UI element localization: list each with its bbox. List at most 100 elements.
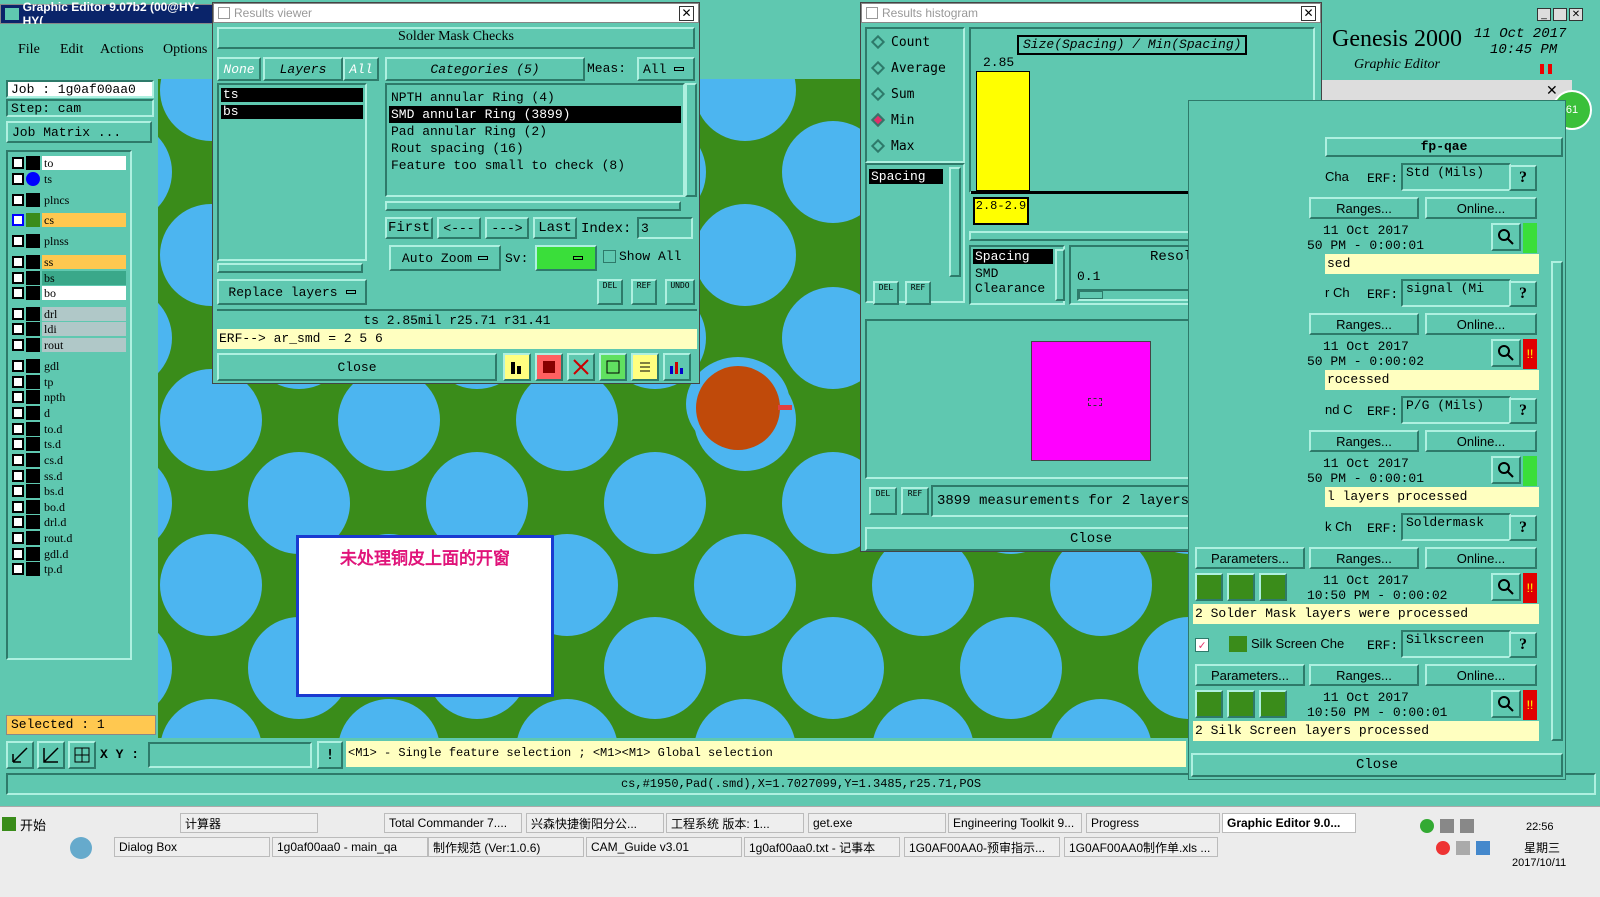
tray-volume-icon[interactable] xyxy=(1456,841,1470,855)
type-vscroll[interactable] xyxy=(949,167,961,277)
job-matrix-button[interactable]: Job Matrix ... xyxy=(6,121,152,143)
menu-edit[interactable]: Edit xyxy=(60,42,83,58)
tray-network-icon[interactable] xyxy=(1420,819,1434,833)
zoom-icon[interactable] xyxy=(1491,690,1521,718)
layer-row-cs-d[interactable]: cs.d xyxy=(12,453,126,467)
layer-checkbox[interactable] xyxy=(12,532,24,544)
zoom-icon[interactable] xyxy=(1491,223,1521,251)
zoom-icon[interactable] xyxy=(1491,573,1521,601)
taskbar-item[interactable]: 1G0AF00AA0-预审指示... xyxy=(904,837,1060,857)
taskbar-item[interactable]: Engineering Toolkit 9... xyxy=(948,813,1082,833)
layer-checkbox[interactable] xyxy=(12,485,24,497)
layer-row-to[interactable]: to xyxy=(12,156,126,170)
layer-row-plnss[interactable]: plnss xyxy=(12,234,126,248)
run-all-icon[interactable] xyxy=(1227,573,1255,601)
layer-row-ldi[interactable]: ldi xyxy=(12,322,126,336)
menu-options[interactable]: Options xyxy=(163,42,207,58)
qae-close-button[interactable]: Close xyxy=(1191,753,1563,777)
layer-row-bo-d[interactable]: bo.d xyxy=(12,500,126,514)
online-button[interactable]: Online... xyxy=(1425,430,1537,452)
zoom-area-icon[interactable] xyxy=(37,741,65,769)
close-icon[interactable]: ✕ xyxy=(1569,8,1583,21)
layer-row-plncs[interactable]: plncs xyxy=(12,193,126,207)
layer-checkbox[interactable] xyxy=(12,376,24,388)
taskbar-item[interactable]: 制作规范 (Ver:1.0.6) xyxy=(428,837,584,857)
ref-button[interactable]: REF xyxy=(631,279,657,305)
layer-checkbox[interactable] xyxy=(12,272,24,284)
online-button[interactable]: Online... xyxy=(1425,313,1537,335)
taskbar-item[interactable]: Total Commander 7.... xyxy=(384,813,522,833)
replace-layers-button[interactable]: Replace layers xyxy=(217,279,367,305)
menu-actions[interactable]: Actions xyxy=(100,42,144,58)
layer-row-bs-d[interactable]: bs.d xyxy=(12,484,126,498)
stat-radio-min[interactable]: Min xyxy=(867,107,963,133)
taskbar-item[interactable]: Dialog Box xyxy=(114,837,270,857)
first-button[interactable]: First xyxy=(385,217,433,239)
layer-checkbox[interactable] xyxy=(12,391,24,403)
layer-row-ts-d[interactable]: ts.d xyxy=(12,437,126,451)
stat-radio-sum[interactable]: Sum xyxy=(867,81,963,107)
taskbar-item[interactable]: CAM_Guide v3.01 xyxy=(586,837,742,857)
qae-vscroll[interactable] xyxy=(1551,261,1563,741)
show-all-checkbox[interactable] xyxy=(603,250,616,263)
layer-row-drl-d[interactable]: drl.d xyxy=(12,515,126,529)
close-icon[interactable]: ✕ xyxy=(1546,82,1560,98)
layer-checkbox[interactable] xyxy=(12,548,24,560)
tab-all[interactable]: All xyxy=(343,57,379,81)
prev-button[interactable]: <--- xyxy=(437,217,481,239)
category-item[interactable]: Pad annular Ring (2) xyxy=(389,123,681,140)
layer-row-ss[interactable]: ss xyxy=(12,255,126,269)
layer-checkbox[interactable] xyxy=(12,323,24,335)
layer-checkbox[interactable] xyxy=(12,454,24,466)
help-icon[interactable]: ? xyxy=(1509,515,1537,541)
ranges-button[interactable]: Ranges... xyxy=(1309,547,1419,569)
layer-hscroll[interactable] xyxy=(217,263,363,273)
close-icon[interactable]: ✕ xyxy=(679,6,694,21)
meas-select[interactable]: All xyxy=(637,57,695,81)
layer-row-rout[interactable]: rout xyxy=(12,338,126,352)
layer-checkbox[interactable] xyxy=(12,287,24,299)
layer-row-d[interactable]: d xyxy=(12,406,126,420)
layer-row-ss-d[interactable]: ss.d xyxy=(12,469,126,483)
measure-item-spacing[interactable]: Spacing xyxy=(973,249,1053,264)
list-icon[interactable] xyxy=(631,353,659,381)
hist-ref-button[interactable]: REF xyxy=(905,281,931,305)
layer-row-tp-d[interactable]: tp.d xyxy=(12,562,126,576)
category-item[interactable]: Rout spacing (16) xyxy=(389,140,681,157)
results-close-button[interactable]: Close xyxy=(217,353,497,381)
layer-checkbox[interactable] xyxy=(12,157,24,169)
del-button[interactable]: DEL xyxy=(597,279,623,305)
layer-checkbox[interactable] xyxy=(12,501,24,513)
taskbar-item[interactable]: Progress xyxy=(1086,813,1220,833)
layer-checkbox[interactable] xyxy=(12,563,24,575)
parameters-button[interactable]: Parameters... xyxy=(1195,664,1305,686)
layer-checkbox[interactable] xyxy=(12,423,24,435)
online-button[interactable]: Online... xyxy=(1425,197,1537,219)
help-icon[interactable]: ? xyxy=(1509,281,1537,307)
layer-row-ts[interactable]: ts xyxy=(12,172,126,186)
layer-checkbox[interactable] xyxy=(12,235,24,247)
taskbar-item[interactable]: 兴森快捷衡阳分公... xyxy=(526,813,664,833)
erf-select[interactable]: signal (Mi xyxy=(1401,279,1511,307)
help-icon[interactable]: ? xyxy=(1509,632,1537,658)
run-all-icon[interactable] xyxy=(1227,690,1255,718)
ranges-button[interactable]: Ranges... xyxy=(1309,313,1419,335)
grid-icon[interactable] xyxy=(68,741,96,769)
undo-button[interactable]: UNDO xyxy=(665,279,695,305)
layer-checkbox[interactable] xyxy=(12,360,24,372)
measure-item-smd[interactable]: SMD xyxy=(973,266,1061,281)
measure-vscroll[interactable] xyxy=(1055,249,1065,301)
taskbar-item[interactable]: get.exe xyxy=(808,813,946,833)
erf-select[interactable]: Std (Mils) xyxy=(1401,163,1511,191)
auto-zoom-select[interactable]: Auto Zoom xyxy=(389,245,501,271)
histogram-bar[interactable] xyxy=(976,71,1030,191)
tray-monitor-icon[interactable] xyxy=(1440,819,1454,833)
export-icon[interactable] xyxy=(599,353,627,381)
layer-checkbox[interactable] xyxy=(12,308,24,320)
layer-checkbox[interactable] xyxy=(12,256,24,268)
zoom-icon[interactable] xyxy=(1491,456,1521,484)
tray-app-icon[interactable] xyxy=(1436,841,1450,855)
category-item[interactable]: NPTH annular Ring (4) xyxy=(389,89,681,106)
taskbar-item[interactable]: 1g0af00aa0.txt - 记事本 xyxy=(744,837,900,857)
stop-icon[interactable] xyxy=(1259,573,1287,601)
